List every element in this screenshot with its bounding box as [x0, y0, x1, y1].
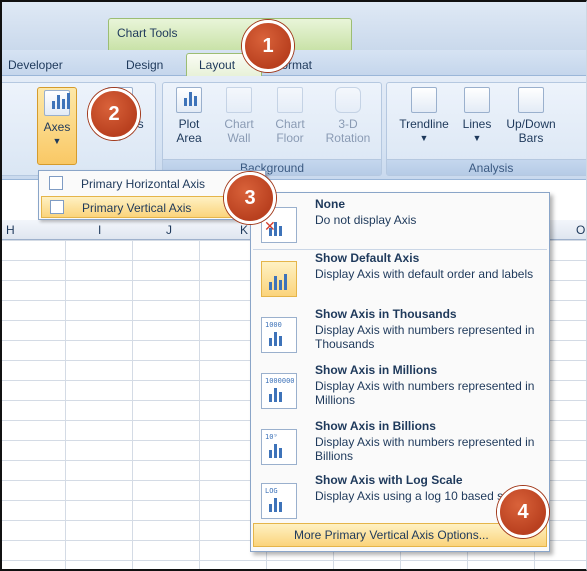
chart-wall-icon	[226, 87, 252, 113]
chart-floor-button[interactable]: Chart Floor	[267, 87, 313, 145]
chevron-down-icon: ▼	[472, 133, 482, 143]
chart-floor-label: Chart Floor	[275, 117, 305, 145]
updown-bars-icon	[518, 87, 544, 113]
option-title: Show Axis in Millions	[315, 363, 438, 377]
default-axis-icon	[261, 261, 297, 297]
trendline-label: Trendline	[399, 117, 449, 131]
title-strip: Chart Tools	[2, 2, 586, 50]
more-axis-options-label: More Primary Vertical Axis Options...	[294, 528, 489, 542]
log-axis-icon: LOG	[261, 483, 297, 519]
option-title: Show Axis in Billions	[315, 419, 436, 433]
vertical-axis-icon	[50, 200, 64, 214]
menu-item-label: Primary Vertical Axis	[82, 201, 192, 215]
lines-button[interactable]: Lines ▼	[459, 87, 495, 145]
updown-bars-button[interactable]: Up/Down Bars	[501, 87, 561, 145]
axes-label: Axes	[43, 120, 71, 134]
lines-label: Lines	[462, 117, 492, 131]
axes-icon	[44, 90, 70, 116]
ribbon: Axes ▼ Gridlines ▼ Plot Area Chart Wall	[2, 76, 586, 180]
lines-icon	[464, 87, 490, 113]
option-description: Display Axis with numbers represented in…	[315, 379, 535, 407]
column-header-h[interactable]: H	[6, 223, 15, 237]
option-show-axis-billions[interactable]: 10⁹ Show Axis in Billions Display Axis w…	[253, 419, 547, 475]
callout-4: 4	[497, 486, 549, 538]
column-header-o[interactable]: O	[576, 223, 585, 237]
option-title: Show Axis with Log Scale	[315, 473, 463, 487]
analysis-group: Trendline ▼ Lines ▼ Up/Down Bars Analysi…	[386, 82, 586, 176]
horizontal-axis-icon	[49, 176, 63, 190]
column-header-k[interactable]: K	[240, 223, 248, 237]
option-show-default-axis[interactable]: Show Default Axis Display Axis with defa…	[253, 251, 547, 307]
option-none[interactable]: ✕ None Do not display Axis	[253, 197, 547, 253]
chevron-down-icon: ▼	[419, 133, 429, 143]
menu-separator	[253, 249, 547, 250]
column-header-i[interactable]: I	[98, 223, 101, 237]
rotation-icon	[335, 87, 361, 113]
tab-design[interactable]: Design	[126, 54, 163, 76]
trendline-button[interactable]: Trendline ▼	[393, 87, 455, 145]
option-description: Display Axis with numbers represented in…	[315, 435, 535, 463]
chart-tools-context: Chart Tools	[108, 18, 352, 50]
option-title: None	[315, 197, 345, 211]
chart-floor-icon	[277, 87, 303, 113]
analysis-group-title: Analysis	[387, 159, 586, 175]
callout-1: 1	[242, 20, 294, 72]
rotation-label: 3-D Rotation	[325, 117, 371, 145]
callout-3: 3	[224, 172, 276, 224]
plot-area-button[interactable]: Plot Area	[169, 87, 209, 145]
ribbon-tabs: Developer Design Layout Format	[2, 50, 586, 77]
callout-2: 2	[88, 88, 140, 140]
plot-area-icon	[176, 87, 202, 113]
option-title: Show Default Axis	[315, 251, 420, 265]
option-show-axis-thousands[interactable]: 1000 Show Axis in Thousands Display Axis…	[253, 307, 547, 363]
option-title: Show Axis in Thousands	[315, 307, 457, 321]
background-group: Plot Area Chart Wall Chart Floor 3-D Rot…	[162, 82, 382, 176]
menu-item-label: Primary Horizontal Axis	[81, 177, 206, 191]
rotation-button[interactable]: 3-D Rotation	[319, 87, 377, 145]
option-show-axis-millions[interactable]: 1000000 Show Axis in Millions Display Ax…	[253, 363, 547, 419]
axes-button[interactable]: Axes ▼	[37, 87, 77, 165]
chart-wall-label: Chart Wall	[224, 117, 254, 145]
option-description: Do not display Axis	[315, 213, 417, 227]
plot-area-label: Plot Area	[176, 117, 202, 145]
chevron-down-icon: ▼	[52, 136, 62, 146]
updown-bars-label: Up/Down Bars	[506, 117, 556, 145]
tab-developer[interactable]: Developer	[8, 54, 63, 76]
chart-wall-button[interactable]: Chart Wall	[219, 87, 259, 145]
trendline-icon	[411, 87, 437, 113]
thousands-axis-icon: 1000	[261, 317, 297, 353]
option-description: Display Axis with default order and labe…	[315, 267, 534, 281]
excel-window: Chart Tools Developer Design Layout Form…	[0, 0, 587, 571]
chart-tools-label: Chart Tools	[117, 26, 178, 40]
option-description: Display Axis with numbers represented in…	[315, 323, 535, 351]
billions-axis-icon: 10⁹	[261, 429, 297, 465]
millions-axis-icon: 1000000	[261, 373, 297, 409]
column-header-j[interactable]: J	[166, 223, 172, 237]
